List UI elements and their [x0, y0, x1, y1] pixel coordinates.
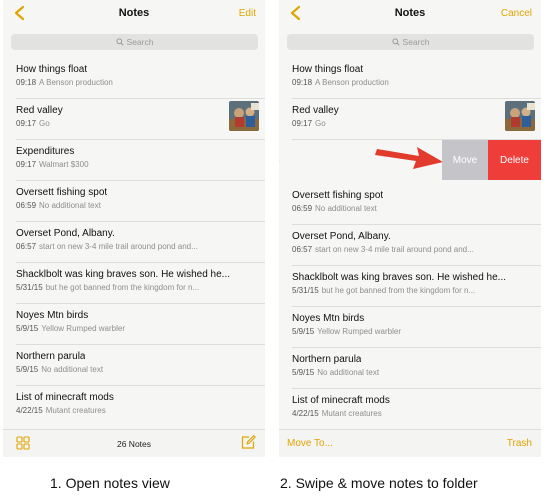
delete-button[interactable]: Delete — [488, 140, 541, 180]
note-preview: A Benson production — [39, 78, 113, 87]
note-date: 06:57 — [16, 242, 37, 251]
search-placeholder: Search — [402, 37, 430, 47]
note-title: List of minecraft mods — [292, 395, 390, 406]
notes-list-screen: Notes Edit Search How things float 09:18… — [3, 0, 265, 457]
note-title: How things float — [16, 64, 88, 75]
note-title: Red valley — [292, 105, 339, 116]
note-title: Oversett fishing spot — [292, 190, 384, 201]
arrow-icon — [375, 147, 443, 169]
note-row[interactable]: Overset Pond, Albany. 06:57 start on new … — [3, 222, 265, 263]
note-date: 06:59 — [16, 201, 37, 210]
note-preview: start on new 3-4 mile trail around pond … — [315, 245, 474, 254]
note-title: How things float — [292, 64, 364, 75]
note-row[interactable]: Northern parula 5/9/15 No additional text — [3, 345, 265, 386]
note-title: Shacklbolt was king braves son. He wishe… — [292, 272, 506, 283]
caption-step-2: 2. Swipe & move notes to folder — [280, 475, 478, 491]
notes-list: How things float 09:18 A Benson productio… — [3, 58, 265, 427]
note-thumbnail — [229, 101, 259, 131]
note-preview: Yellow Rumped warbler — [317, 327, 401, 336]
note-row[interactable]: How things float 09:18 A Benson productio… — [3, 58, 265, 99]
note-date: 5/9/15 — [292, 327, 315, 336]
note-preview: No additional text — [317, 368, 380, 377]
note-date: 4/22/15 — [292, 409, 319, 418]
note-row[interactable]: Oversett fishing spot 06:59 No additional… — [279, 184, 541, 225]
note-row[interactable]: Overset Pond, Albany. 06:57 start on new … — [279, 225, 541, 266]
note-row[interactable]: Noyes Mtn birds 5/9/15 Yellow Rumped warb… — [279, 307, 541, 348]
note-date: 09:17 — [16, 119, 37, 128]
note-title: Noyes Mtn birds — [16, 310, 89, 321]
notes-edit-screen: Notes Cancel Search How things float 09:… — [279, 0, 541, 457]
cancel-button[interactable]: Cancel — [501, 8, 532, 19]
search-icon — [391, 38, 400, 46]
note-date: 06:59 — [292, 204, 313, 213]
note-date: 09:18 — [292, 78, 313, 87]
note-row[interactable]: Oversett fishing spot 06:59 No additional… — [3, 181, 265, 222]
note-preview: No additional text — [315, 204, 377, 213]
note-preview: Walmart $300 — [39, 160, 89, 169]
note-title: Northern parula — [16, 351, 86, 362]
search-input[interactable]: Search — [287, 34, 534, 50]
note-title: Overset Pond, Albany. — [16, 228, 115, 239]
note-preview: Go — [39, 119, 50, 128]
navigation-bar: Notes Edit — [3, 0, 265, 30]
note-preview: Go — [315, 119, 326, 128]
note-row[interactable]: How things float 09:18 A Benson productio… — [279, 58, 541, 99]
note-title: Overset Pond, Albany. — [292, 231, 391, 242]
note-row[interactable]: Shacklbolt was king braves son. He wishe… — [279, 266, 541, 307]
bottom-toolbar: Move To... Trash — [279, 429, 541, 457]
note-row[interactable]: List of minecraft mods 4/22/15 Mutant cre… — [279, 389, 541, 430]
note-row[interactable]: Red valley 09:17 Go — [279, 99, 541, 140]
bottom-toolbar: 26 Notes — [3, 429, 265, 457]
note-preview: Mutant creatures — [321, 409, 382, 418]
edit-button[interactable]: Edit — [239, 8, 256, 19]
notes-list: How things float 09:18 A Benson productio… — [279, 58, 541, 430]
note-date: 5/9/15 — [16, 324, 39, 333]
note-date: 09:18 — [16, 78, 37, 87]
note-preview: No additional text — [41, 365, 104, 374]
note-date: 5/31/15 — [292, 286, 319, 295]
page-title: Notes — [118, 7, 150, 19]
note-row[interactable]: Expenditures 09:17 Walmart $300 — [3, 140, 265, 181]
note-preview: A Benson production — [315, 78, 389, 87]
note-row[interactable]: Northern parula 5/9/15 No additional text — [279, 348, 541, 389]
search-input[interactable]: Search — [11, 34, 258, 50]
note-date: 5/31/15 — [16, 283, 43, 292]
trash-button[interactable]: Trash — [507, 438, 532, 449]
note-preview: No additional text — [39, 201, 101, 210]
note-thumbnail — [505, 101, 535, 131]
note-date: 09:17 — [16, 160, 37, 169]
note-preview: start on new 3-4 mile trail around pond … — [39, 242, 198, 251]
compose-icon[interactable] — [240, 434, 256, 450]
swiped-row-edge: ) — [279, 156, 280, 165]
note-title: Shacklbolt was king braves son. He wishe… — [16, 269, 230, 280]
note-title: List of minecraft mods — [16, 392, 114, 403]
navigation-bar: Notes Cancel — [279, 0, 541, 30]
move-to-button[interactable]: Move To... — [287, 438, 333, 449]
caption-step-1: 1. Open notes view — [50, 475, 170, 491]
note-title: Oversett fishing spot — [16, 187, 108, 198]
search-icon — [115, 38, 124, 46]
note-title: Expenditures — [16, 146, 75, 157]
note-date: 5/9/15 — [292, 368, 315, 377]
note-row[interactable]: Shacklbolt was king braves son. He wishe… — [3, 263, 265, 304]
note-title: Northern parula — [292, 354, 362, 365]
note-date: 09:17 — [292, 119, 313, 128]
notes-count: 26 Notes — [116, 439, 152, 449]
note-title: Noyes Mtn birds — [292, 313, 365, 324]
move-button[interactable]: Move — [442, 140, 488, 180]
note-date: 4/22/15 — [16, 406, 43, 415]
note-row[interactable]: Noyes Mtn birds 5/9/15 Yellow Rumped warb… — [3, 304, 265, 345]
search-placeholder: Search — [126, 37, 154, 47]
note-date: 06:57 — [292, 245, 313, 254]
note-row[interactable]: Red valley 09:17 Go — [3, 99, 265, 140]
note-preview: but he got banned from the kingdom for n… — [45, 283, 200, 292]
note-preview: but he got banned from the kingdom for n… — [321, 286, 476, 295]
note-date: 5/9/15 — [16, 365, 39, 374]
swiped-note-row[interactable]: ) Move Delete — [279, 140, 541, 184]
note-preview: Mutant creatures — [45, 406, 106, 415]
note-title: Red valley — [16, 105, 63, 116]
note-preview: Yellow Rumped warbler — [41, 324, 125, 333]
note-row[interactable]: List of minecraft mods 4/22/15 Mutant cre… — [3, 386, 265, 427]
